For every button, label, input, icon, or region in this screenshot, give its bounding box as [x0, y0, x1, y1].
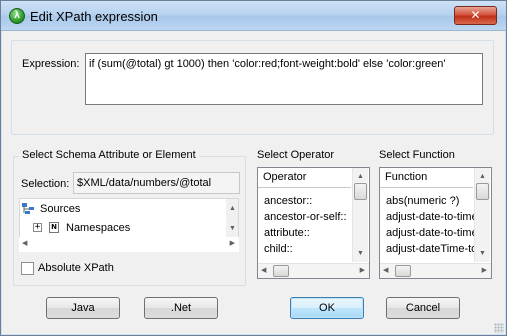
function-section-title: Select Function — [379, 149, 455, 161]
namespace-icon: N — [49, 222, 59, 233]
expand-icon[interactable]: + — [33, 223, 42, 232]
close-button[interactable]: ✕ — [454, 6, 497, 25]
resize-grip[interactable] — [494, 323, 504, 333]
tree-horizontal-scrollbar[interactable]: ◀ ▶ — [19, 237, 239, 252]
scroll-thumb[interactable] — [395, 265, 411, 277]
list-item[interactable]: ancestor:: — [264, 195, 312, 208]
absolute-xpath-label: Absolute XPath — [38, 262, 114, 274]
list-item[interactable]: adjust-date-to-time — [386, 211, 474, 224]
scroll-up-icon[interactable]: ▲ — [479, 173, 486, 181]
tree-label-sources: Sources — [40, 203, 81, 215]
selection-field: $XML/data/numbers/@total — [73, 172, 240, 194]
operator-horizontal-scrollbar[interactable]: ◀ ▶ — [258, 263, 369, 278]
tree-label-namespaces: Namespaces — [66, 222, 131, 234]
list-item[interactable]: adjust-dateTime-to — [386, 243, 474, 256]
window-title: Edit XPath expression — [30, 9, 158, 24]
operator-list[interactable]: Operator ancestor:: ancestor-or-self:: a… — [257, 167, 370, 279]
function-horizontal-scrollbar[interactable]: ◀ ▶ — [380, 263, 491, 278]
scroll-right-icon[interactable]: ▶ — [230, 240, 235, 248]
scroll-up-icon[interactable]: ▲ — [229, 205, 236, 213]
scroll-left-icon[interactable]: ◀ — [383, 267, 388, 275]
scroll-up-icon[interactable]: ▲ — [357, 173, 364, 181]
operator-section-title: Select Operator — [257, 149, 335, 161]
title-bar[interactable]: λ Edit XPath expression ✕ — [1, 1, 506, 31]
cancel-button[interactable]: Cancel — [386, 297, 460, 319]
schema-group-caption: Select Schema Attribute or Element — [19, 149, 199, 161]
net-button[interactable]: .Net — [144, 297, 218, 319]
tree-item-namespaces[interactable]: + N Namespaces — [22, 220, 222, 236]
scroll-thumb[interactable] — [354, 183, 367, 200]
scroll-thumb[interactable] — [273, 265, 289, 277]
expression-label: Expression: — [22, 58, 80, 70]
list-item[interactable]: child:: — [264, 243, 293, 256]
list-item[interactable]: attribute:: — [264, 227, 310, 240]
operator-list-header: Operator — [258, 168, 351, 188]
list-item[interactable]: adjust-date-to-time — [386, 227, 474, 240]
java-button[interactable]: Java — [46, 297, 120, 319]
function-list-header: Function — [380, 168, 473, 188]
list-item[interactable]: ancestor-or-self:: — [264, 211, 347, 224]
scroll-left-icon[interactable]: ◀ — [261, 267, 266, 275]
ok-button[interactable]: OK — [290, 297, 364, 319]
edit-xpath-dialog: λ Edit XPath expression ✕ Expression: if… — [0, 0, 507, 336]
sources-icon — [22, 203, 34, 214]
scroll-right-icon[interactable]: ▶ — [360, 267, 365, 275]
function-list[interactable]: Function abs(numeric ?) adjust-date-to-t… — [379, 167, 492, 279]
expression-group: Expression: if (sum(@total) gt 1000) the… — [11, 40, 494, 135]
app-icon: λ — [9, 8, 25, 24]
operator-vertical-scrollbar[interactable]: ▲ ▼ — [352, 168, 368, 262]
expression-input[interactable]: if (sum(@total) gt 1000) then 'color:red… — [85, 53, 483, 105]
scroll-thumb[interactable] — [476, 183, 489, 200]
scroll-left-icon[interactable]: ◀ — [22, 240, 27, 248]
scroll-right-icon[interactable]: ▶ — [482, 267, 487, 275]
scroll-down-icon[interactable]: ▼ — [479, 250, 486, 258]
scroll-down-icon[interactable]: ▼ — [357, 250, 364, 258]
selection-label: Selection: — [21, 178, 70, 190]
tree-item-sources[interactable]: Sources — [22, 201, 222, 217]
list-item[interactable]: abs(numeric ?) — [386, 195, 474, 208]
function-vertical-scrollbar[interactable]: ▲ ▼ — [474, 168, 490, 262]
scroll-down-icon[interactable]: ▼ — [229, 225, 236, 233]
absolute-xpath-checkbox[interactable] — [21, 262, 34, 275]
